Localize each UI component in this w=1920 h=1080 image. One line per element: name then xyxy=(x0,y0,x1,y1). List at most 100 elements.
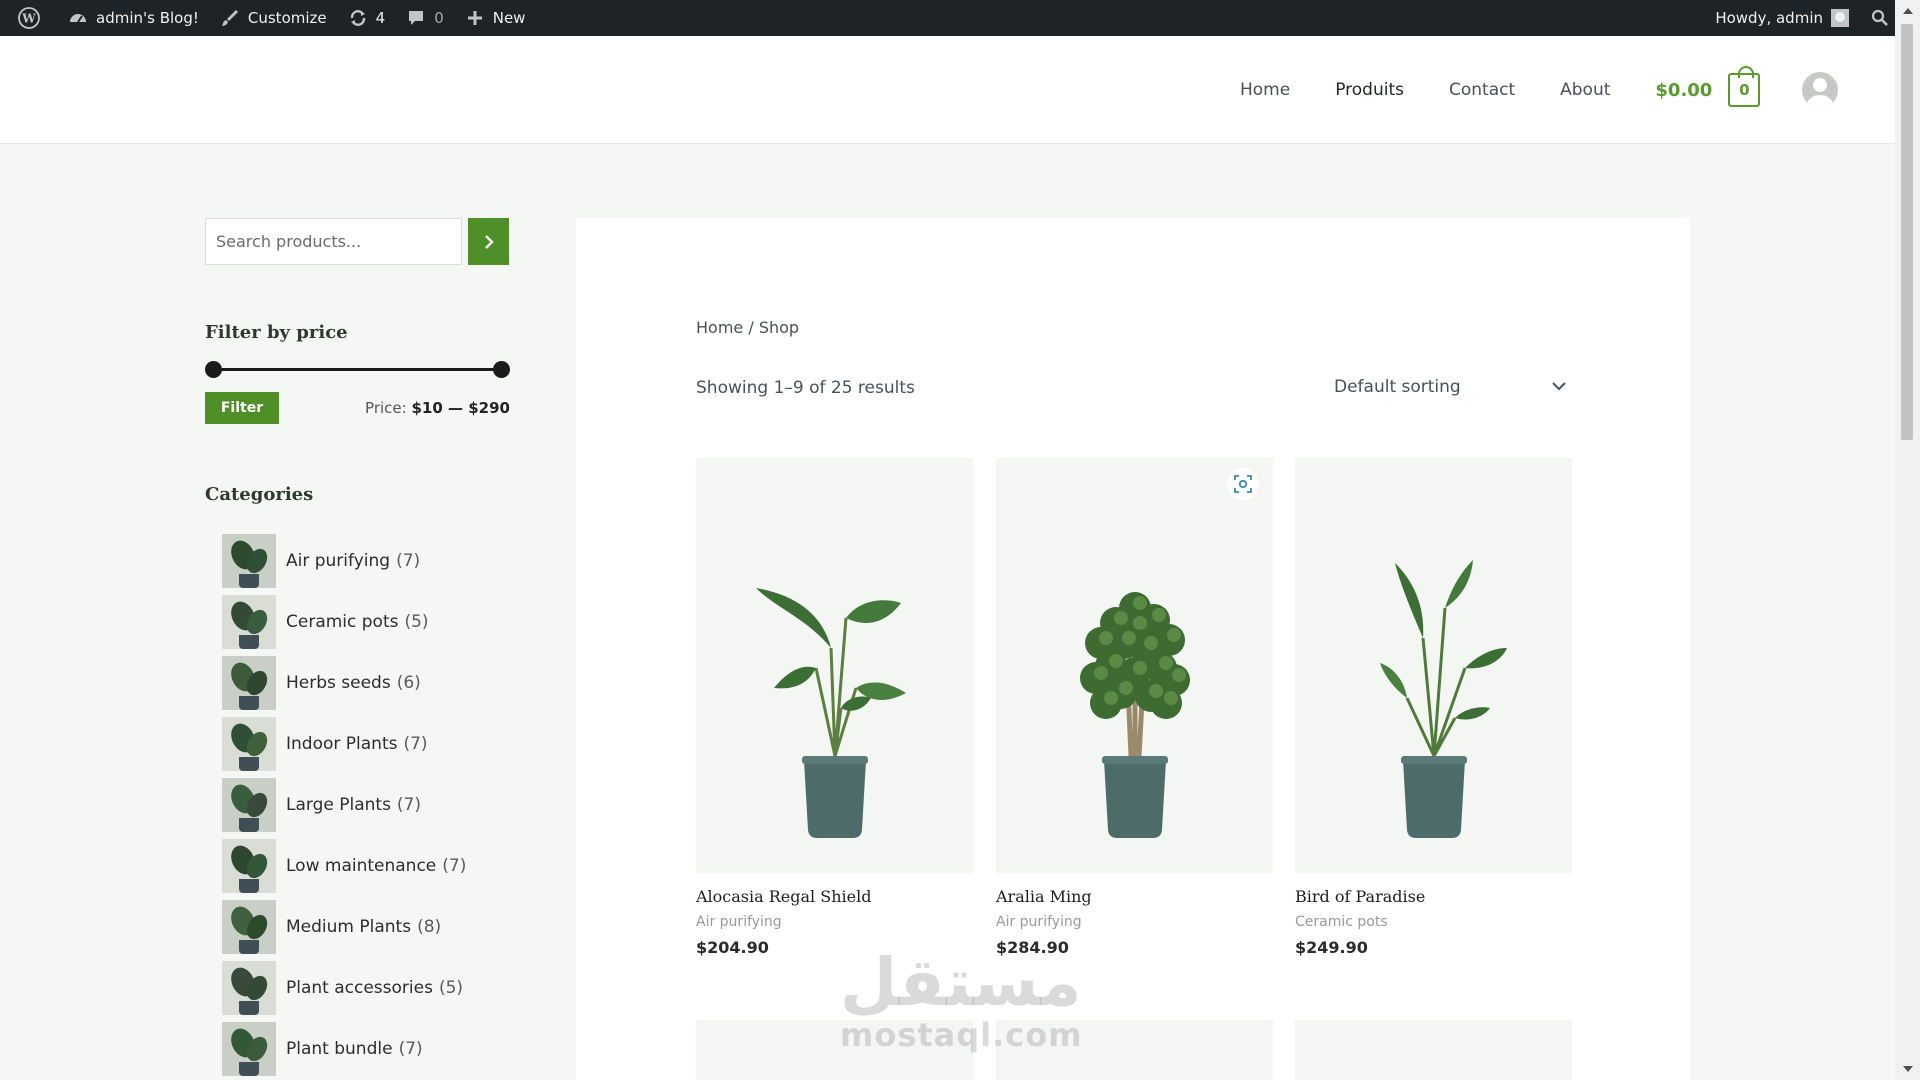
category-thumbnail xyxy=(222,777,276,832)
category-item[interactable]: Air purifying (7) xyxy=(222,530,466,591)
category-item[interactable]: Plant bundle (7) xyxy=(222,1018,466,1079)
cart-bag-icon[interactable]: 0 xyxy=(1728,66,1761,107)
category-list: Air purifying (7) Ceramic pots (5) Herbs see… xyxy=(222,530,466,1079)
sorting-value: Default sorting xyxy=(1334,377,1461,397)
nav-produits[interactable]: Produits xyxy=(1335,80,1404,100)
product-title[interactable]: Aralia Ming xyxy=(996,887,1273,906)
comments-link[interactable]: 0 xyxy=(395,0,454,36)
price-range-label: Price: $10 — $290 xyxy=(365,399,510,417)
product-title[interactable]: Alocasia Regal Shield xyxy=(696,887,973,906)
cart-count: 0 xyxy=(1739,81,1750,99)
category-name: Indoor Plants xyxy=(286,733,398,754)
category-item[interactable]: Herbs seeds (6) xyxy=(222,652,466,713)
search-input[interactable] xyxy=(205,218,462,265)
category-item[interactable]: Large Plants (7) xyxy=(222,774,466,835)
price-slider-track xyxy=(213,368,502,371)
scroll-down-arrow-icon[interactable] xyxy=(1903,1066,1913,1072)
product-category: Ceramic pots xyxy=(1295,914,1388,930)
categories-title: Categories xyxy=(205,484,314,505)
product-image[interactable] xyxy=(1295,458,1572,873)
new-label: New xyxy=(492,9,526,27)
product-card[interactable]: Alocasia Regal Shield Air purifying $204.9… xyxy=(696,458,973,957)
product-card[interactable]: Aralia Ming Air purifying $284.90 xyxy=(996,458,1273,957)
category-thumbnail xyxy=(222,655,276,710)
admin-bar-left: W admin's Blog! Customize 4 0 New xyxy=(0,0,535,36)
search-submit-button[interactable] xyxy=(468,218,509,265)
wordpress-icon: W xyxy=(18,7,40,29)
category-thumbnail xyxy=(222,899,276,954)
category-thumbnail xyxy=(222,838,276,893)
product-search xyxy=(205,218,510,265)
product-category: Air purifying xyxy=(996,914,1082,930)
my-account-menu[interactable]: Howdy, admin xyxy=(1705,0,1859,36)
howdy-label: Howdy, admin xyxy=(1715,9,1823,27)
comments-count: 0 xyxy=(434,9,444,27)
breadcrumb-current: Shop xyxy=(758,318,800,337)
wordpress-logo-menu[interactable]: W xyxy=(8,0,57,36)
category-count: (7) xyxy=(396,794,422,815)
product-image-placeholder[interactable] xyxy=(1295,1020,1572,1080)
svg-text:W: W xyxy=(21,12,36,26)
updates-link[interactable]: 4 xyxy=(337,0,396,36)
customize-link[interactable]: Customize xyxy=(209,0,337,36)
category-thumbnail xyxy=(222,960,276,1015)
nav-about[interactable]: About xyxy=(1560,80,1610,100)
result-count: Showing 1–9 of 25 results xyxy=(696,378,915,398)
category-count: (5) xyxy=(404,611,429,632)
quick-view-icon[interactable] xyxy=(1227,468,1259,500)
brush-icon xyxy=(219,7,241,29)
category-thumbnail xyxy=(222,533,276,588)
category-item[interactable]: Indoor Plants (7) xyxy=(222,713,466,774)
site-header: Home Produits Contact About $0.00 0 xyxy=(0,36,1895,144)
nav-contact[interactable]: Contact xyxy=(1449,80,1515,100)
cart-total[interactable]: $0.00 xyxy=(1655,80,1712,101)
price-range-value: $10 — $290 xyxy=(411,399,510,417)
price-range-slider xyxy=(205,360,510,378)
category-thumbnail xyxy=(222,1021,276,1076)
category-item[interactable]: Plant accessories (5) xyxy=(222,957,466,1018)
breadcrumb-home[interactable]: Home xyxy=(696,318,743,337)
category-item[interactable]: Medium Plants (8) xyxy=(222,896,466,957)
admin-bar-right: Howdy, admin xyxy=(1705,0,1920,36)
category-item[interactable]: Low maintenance (7) xyxy=(222,835,466,896)
category-count: (6) xyxy=(396,672,421,693)
account-avatar-icon[interactable] xyxy=(1802,72,1839,108)
nav-home[interactable]: Home xyxy=(1240,80,1290,100)
category-count: (5) xyxy=(438,977,464,998)
dashboard-icon xyxy=(67,7,89,29)
sorting-select[interactable]: Default sorting xyxy=(1328,364,1573,410)
category-thumbnail xyxy=(222,716,276,771)
product-card[interactable]: Bird of Paradise Ceramic pots $249.90 xyxy=(1295,458,1572,957)
category-count: (8) xyxy=(417,916,442,937)
product-image[interactable] xyxy=(696,458,973,873)
shop-main: Home / Shop Showing 1–9 of 25 results De… xyxy=(576,218,1690,1080)
page-scrollbar[interactable] xyxy=(1895,0,1920,1080)
scroll-thumb[interactable] xyxy=(1901,24,1913,440)
updates-count: 4 xyxy=(375,9,386,27)
filter-button[interactable]: Filter xyxy=(205,392,279,424)
plus-icon xyxy=(464,7,486,29)
product-image-placeholder[interactable] xyxy=(696,1020,973,1080)
category-name: Large Plants xyxy=(286,794,391,815)
site-name-menu[interactable]: admin's Blog! xyxy=(57,0,209,36)
category-item[interactable]: Ceramic pots (5) xyxy=(222,591,466,652)
category-name: Ceramic pots xyxy=(286,611,399,632)
main-navigation: Home Produits Contact About $0.00 0 xyxy=(1240,36,1839,144)
price-min-handle[interactable] xyxy=(205,361,222,378)
product-image-placeholder[interactable] xyxy=(996,1020,1273,1080)
admin-avatar-icon xyxy=(1831,9,1849,27)
category-name: Low maintenance xyxy=(286,855,437,876)
breadcrumb: Home / Shop xyxy=(696,318,799,337)
product-image[interactable] xyxy=(996,458,1273,873)
category-name: Herbs seeds xyxy=(286,672,391,693)
site-name: admin's Blog! xyxy=(96,9,199,27)
breadcrumb-separator: / xyxy=(743,318,759,337)
product-price: $284.90 xyxy=(996,938,1069,957)
new-content-menu[interactable]: New xyxy=(454,0,536,36)
price-max-handle[interactable] xyxy=(493,361,510,378)
scroll-up-arrow-icon[interactable] xyxy=(1903,8,1913,14)
product-title[interactable]: Bird of Paradise xyxy=(1295,887,1572,906)
filter-by-price-title: Filter by price xyxy=(205,322,348,343)
shop-sidebar: Filter by price Filter Price: $10 — $290… xyxy=(205,218,510,1076)
customize-label: Customize xyxy=(247,9,327,27)
